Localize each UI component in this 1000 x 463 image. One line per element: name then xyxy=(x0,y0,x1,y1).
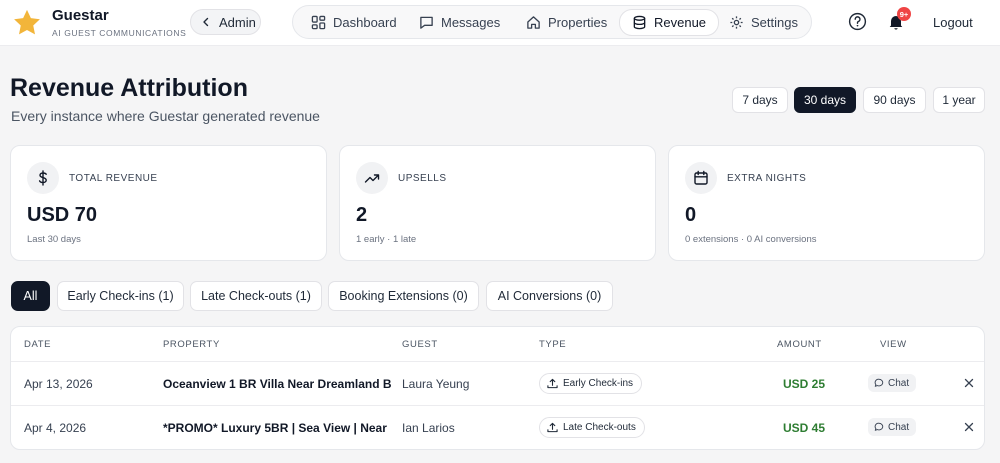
row-guest: Ian Larios xyxy=(402,421,455,435)
column-header-date: DATE xyxy=(24,339,52,350)
revenue-table: DATE PROPERTY GUEST TYPE AMOUNT VIEW Apr… xyxy=(10,326,985,450)
card-label: EXTRA NIGHTS xyxy=(727,173,807,184)
column-header-type: TYPE xyxy=(539,339,567,350)
column-header-view: VIEW xyxy=(880,339,907,350)
brand[interactable]: Guestar AI GUEST COMMUNICATIONS xyxy=(12,7,186,39)
upload-tray-icon xyxy=(547,422,558,433)
chevron-left-icon xyxy=(203,17,209,27)
filter-late-check-outs[interactable]: Late Check-outs (1) xyxy=(190,281,322,311)
close-icon[interactable] xyxy=(964,422,974,432)
chat-bubble-icon xyxy=(874,422,884,431)
type-badge: Early Check-ins xyxy=(539,373,643,394)
nav-messages-label: Messages xyxy=(441,14,501,30)
card-value: 0 xyxy=(685,204,697,226)
column-header-property: PROPERTY xyxy=(163,339,220,350)
admin-back-button[interactable]: Admin xyxy=(190,9,261,35)
nav-revenue[interactable]: Revenue xyxy=(619,9,720,36)
filter-early-check-ins[interactable]: Early Check-ins (1) xyxy=(57,281,184,311)
nav-settings-label: Settings xyxy=(751,14,798,30)
range-1-year[interactable]: 1 year xyxy=(933,87,985,113)
card-subtext: 1 early · 1 late xyxy=(356,234,417,245)
brand-name: Guestar xyxy=(52,7,109,24)
row-date: Apr 4, 2026 xyxy=(24,421,87,435)
filter-booking-extensions[interactable]: Booking Extensions (0) xyxy=(328,281,479,311)
nav-dashboard[interactable]: Dashboard xyxy=(299,9,409,35)
logout-button[interactable]: Logout xyxy=(933,15,973,30)
card-value: 2 xyxy=(356,204,368,226)
extra-nights-card: EXTRA NIGHTS 0 0 extensions · 0 AI conve… xyxy=(668,145,985,261)
row-date: Apr 13, 2026 xyxy=(24,377,93,391)
filter-all[interactable]: All xyxy=(11,281,50,311)
view-chat-button[interactable]: Chat xyxy=(868,418,917,436)
column-header-guest: GUEST xyxy=(402,339,438,350)
upsells-card: UPSELLS 2 1 early · 1 late xyxy=(339,145,656,261)
home-icon xyxy=(527,15,540,29)
row-guest: Laura Yeung xyxy=(402,377,470,391)
nav-dashboard-label: Dashboard xyxy=(333,14,397,30)
row-property[interactable]: *PROMO* Luxury 5BR | Sea View | Near Bea… xyxy=(163,421,391,435)
upload-tray-icon xyxy=(547,378,558,389)
filter-ai-conversions[interactable]: AI Conversions (0) xyxy=(486,281,613,311)
nav-messages[interactable]: Messages xyxy=(407,9,512,35)
star-icon xyxy=(14,9,40,35)
gear-icon xyxy=(730,15,743,29)
view-chat-button[interactable]: Chat xyxy=(868,374,917,392)
top-bar: Guestar AI GUEST COMMUNICATIONS Admin Da… xyxy=(0,0,1000,46)
type-badge: Late Check-outs xyxy=(539,417,645,438)
total-revenue-card: TOTAL REVENUE USD 70 Last 30 days xyxy=(10,145,327,261)
row-property[interactable]: Oceanview 1 BR Villa Near Dreamland Beac… xyxy=(163,377,391,391)
column-header-amount: AMOUNT xyxy=(777,339,822,350)
page-subtitle: Every instance where Guestar generated r… xyxy=(11,108,320,124)
admin-label: Admin xyxy=(219,14,256,30)
trending-up-icon xyxy=(364,174,380,183)
nav-revenue-label: Revenue xyxy=(654,15,707,30)
range-90-days[interactable]: 90 days xyxy=(863,87,926,113)
range-30-days[interactable]: 30 days xyxy=(794,87,856,113)
chat-bubble-icon xyxy=(874,378,884,387)
nav-properties-label: Properties xyxy=(548,14,608,30)
calendar-icon xyxy=(694,170,708,185)
message-icon xyxy=(420,16,433,29)
grid-icon xyxy=(311,15,326,29)
notification-badge: 9+ xyxy=(897,7,911,21)
range-7-days[interactable]: 7 days xyxy=(732,87,788,113)
card-label: TOTAL REVENUE xyxy=(69,173,158,184)
main-nav: Dashboard Messages Properties Revenue Se… xyxy=(292,5,812,39)
brand-tagline: AI GUEST COMMUNICATIONS xyxy=(52,28,187,38)
row-amount: USD 25 xyxy=(783,377,826,391)
database-icon xyxy=(633,15,646,30)
card-subtext: 0 extensions · 0 AI conversions xyxy=(685,234,817,245)
card-value: USD 70 xyxy=(27,204,98,226)
nav-properties[interactable]: Properties xyxy=(514,9,619,35)
close-icon[interactable] xyxy=(964,378,974,388)
dollar-icon xyxy=(38,170,47,186)
nav-settings[interactable]: Settings xyxy=(717,9,810,35)
help-icon[interactable] xyxy=(848,12,867,31)
row-amount: USD 45 xyxy=(783,421,826,435)
page-title: Revenue Attribution xyxy=(10,74,248,102)
card-label: UPSELLS xyxy=(398,173,447,184)
card-subtext: Last 30 days xyxy=(27,234,81,245)
